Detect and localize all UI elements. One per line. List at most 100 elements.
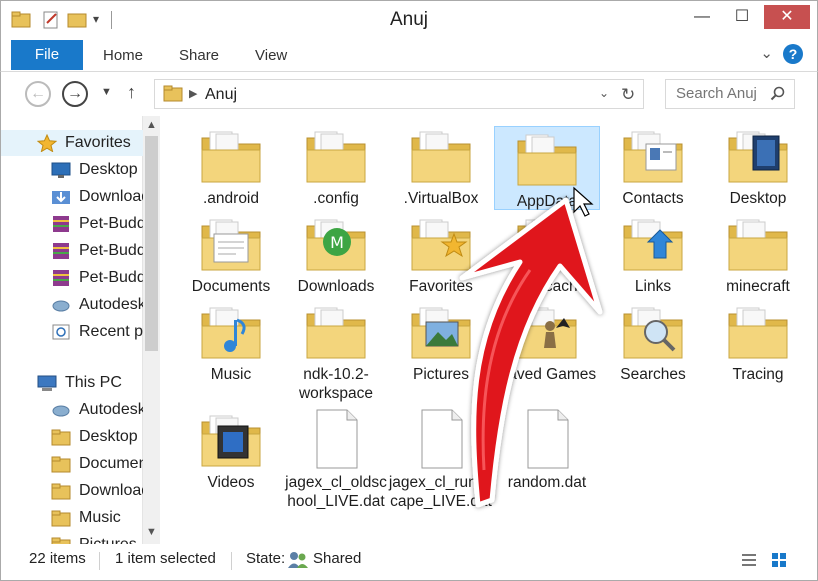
nav-item[interactable]: Desktop — [1, 157, 143, 183]
nav-item[interactable]: Music — [1, 505, 143, 531]
tab-file[interactable]: File — [11, 40, 83, 70]
folder-item[interactable]: AppData — [494, 126, 600, 210]
folder-icon — [517, 219, 577, 271]
nav-item[interactable]: Pet-Buddy — [1, 211, 143, 237]
folder-icon — [623, 307, 683, 359]
scroll-down-icon[interactable]: ▼ — [146, 526, 157, 538]
item-label: Favorites — [409, 278, 473, 295]
archive-icon — [53, 270, 69, 286]
scroll-thumb[interactable] — [145, 136, 158, 351]
details-view-icon[interactable] — [741, 552, 757, 568]
breadcrumb-current[interactable]: Anuj — [205, 86, 237, 104]
state-label: State: — [246, 550, 286, 567]
maximize-button[interactable]: ☐ — [722, 5, 762, 29]
address-bar-row: ← → ▼ ↑ ▶ Anuj ⌄ ↻ — [0, 72, 818, 116]
folder-icon — [163, 85, 183, 102]
nav-item[interactable]: Recent places — [1, 319, 143, 345]
folder-item[interactable]: Saved Games — [494, 300, 600, 384]
nav-item-label: Desktop — [79, 161, 138, 178]
folder-item[interactable]: .VirtualBox — [388, 124, 494, 208]
folder-icon: M — [306, 219, 366, 271]
folder-icon — [411, 219, 471, 271]
up-button[interactable]: ↑ — [127, 82, 136, 103]
folder-item[interactable]: Tracing — [705, 300, 811, 384]
nav-item-label: This PC — [65, 374, 122, 391]
folder-icon — [306, 131, 366, 183]
back-button[interactable]: ← — [25, 81, 51, 107]
svg-text:M: M — [330, 233, 344, 252]
nav-item-label: Recent places — [79, 323, 143, 340]
nav-item-label: Downloads — [79, 482, 143, 499]
large-icons-view-icon[interactable] — [771, 552, 787, 568]
folder-item[interactable]: .config — [283, 124, 389, 208]
desktop-icon — [51, 162, 71, 178]
file-item[interactable]: jagex_cl_oldschool_LIVE.dat — [283, 408, 389, 511]
nav-item[interactable]: Documents — [1, 451, 143, 477]
refresh-icon[interactable]: ↻ — [621, 85, 635, 105]
nav-item[interactable]: Pet-Buddy — [1, 265, 143, 291]
close-button[interactable]: ✕ — [764, 5, 810, 29]
breadcrumb-chevron-icon[interactable]: ▶ — [189, 87, 197, 100]
nav-item-label: Documents — [79, 455, 143, 472]
tab-home[interactable]: Home — [103, 45, 143, 67]
folder-item[interactable]: Videos — [178, 408, 284, 492]
ribbon-collapse-icon[interactable]: ⌄ — [760, 44, 773, 62]
nav-scrollbar[interactable]: ▲ ▼ — [142, 116, 160, 544]
item-label: Searches — [620, 366, 686, 383]
file-item[interactable]: random.dat — [494, 408, 600, 492]
file-item[interactable]: jagex_cl_runescape_LIVE.dat — [388, 408, 494, 511]
item-label: jagexcache — [507, 278, 587, 295]
address-dropdown-icon[interactable]: ⌄ — [599, 86, 609, 100]
file-icon — [527, 409, 569, 469]
selection-count: 1 item selected — [115, 550, 216, 567]
address-field[interactable]: ▶ Anuj ⌄ — [154, 79, 644, 109]
nav-item-label: Favorites — [65, 134, 131, 151]
nav-item[interactable]: Autodesk — [1, 397, 143, 423]
nav-item[interactable]: Downloads — [1, 184, 143, 210]
shared-users-icon — [288, 552, 308, 568]
scroll-up-icon[interactable]: ▲ — [146, 119, 157, 131]
folder-item[interactable]: Music — [178, 300, 284, 384]
folder-icon — [51, 456, 71, 473]
folder-icon — [623, 131, 683, 183]
folder-icon — [411, 131, 471, 183]
star-icon — [37, 134, 57, 152]
nav-item-label: Downloads — [79, 188, 143, 205]
ribbon: File Home Share View ⌄ ? — [0, 38, 818, 72]
folder-item[interactable]: Desktop — [705, 124, 811, 208]
nav-item[interactable]: Autodesk — [1, 292, 143, 318]
folder-item[interactable]: ndk-10.2-workspace — [283, 300, 389, 403]
folder-item[interactable]: Links — [600, 212, 706, 296]
folder-item[interactable]: jagexcache — [494, 212, 600, 296]
nav-item[interactable]: Pet-Buddy — [1, 238, 143, 264]
folder-item[interactable]: Documents — [178, 212, 284, 296]
search-input[interactable] — [676, 85, 772, 102]
folder-item[interactable]: minecraft — [705, 212, 811, 296]
item-label: Videos — [207, 474, 255, 491]
state-value: Shared — [313, 550, 362, 567]
minimize-button[interactable]: — — [682, 5, 722, 29]
folder-icon — [51, 483, 71, 500]
folder-item[interactable]: M Downloads — [283, 212, 389, 296]
recent-locations-icon[interactable]: ▼ — [101, 86, 112, 98]
tab-share[interactable]: Share — [179, 45, 219, 67]
nav-item[interactable]: Favorites — [1, 130, 143, 156]
nav-item-label: Autodesk — [79, 401, 143, 418]
search-icon[interactable] — [770, 86, 786, 102]
nav-item[interactable]: Downloads — [1, 478, 143, 504]
folder-item[interactable]: Favorites — [388, 212, 494, 296]
search-box[interactable] — [665, 79, 795, 109]
nav-item[interactable]: Pictures — [1, 532, 143, 544]
folder-item[interactable]: .android — [178, 124, 284, 208]
tab-view[interactable]: View — [255, 45, 287, 67]
nav-item[interactable]: Desktop — [1, 424, 143, 450]
folder-item[interactable]: Pictures — [388, 300, 494, 384]
folder-icon — [201, 415, 261, 467]
folder-item[interactable]: Contacts — [600, 124, 706, 208]
nav-item-label: Pet-Buddy — [79, 215, 143, 232]
help-icon[interactable]: ? — [783, 44, 803, 64]
forward-button[interactable]: → — [62, 81, 88, 107]
folder-item[interactable]: Searches — [600, 300, 706, 384]
nav-item[interactable]: This PC — [1, 370, 143, 396]
status-separator — [99, 552, 100, 570]
